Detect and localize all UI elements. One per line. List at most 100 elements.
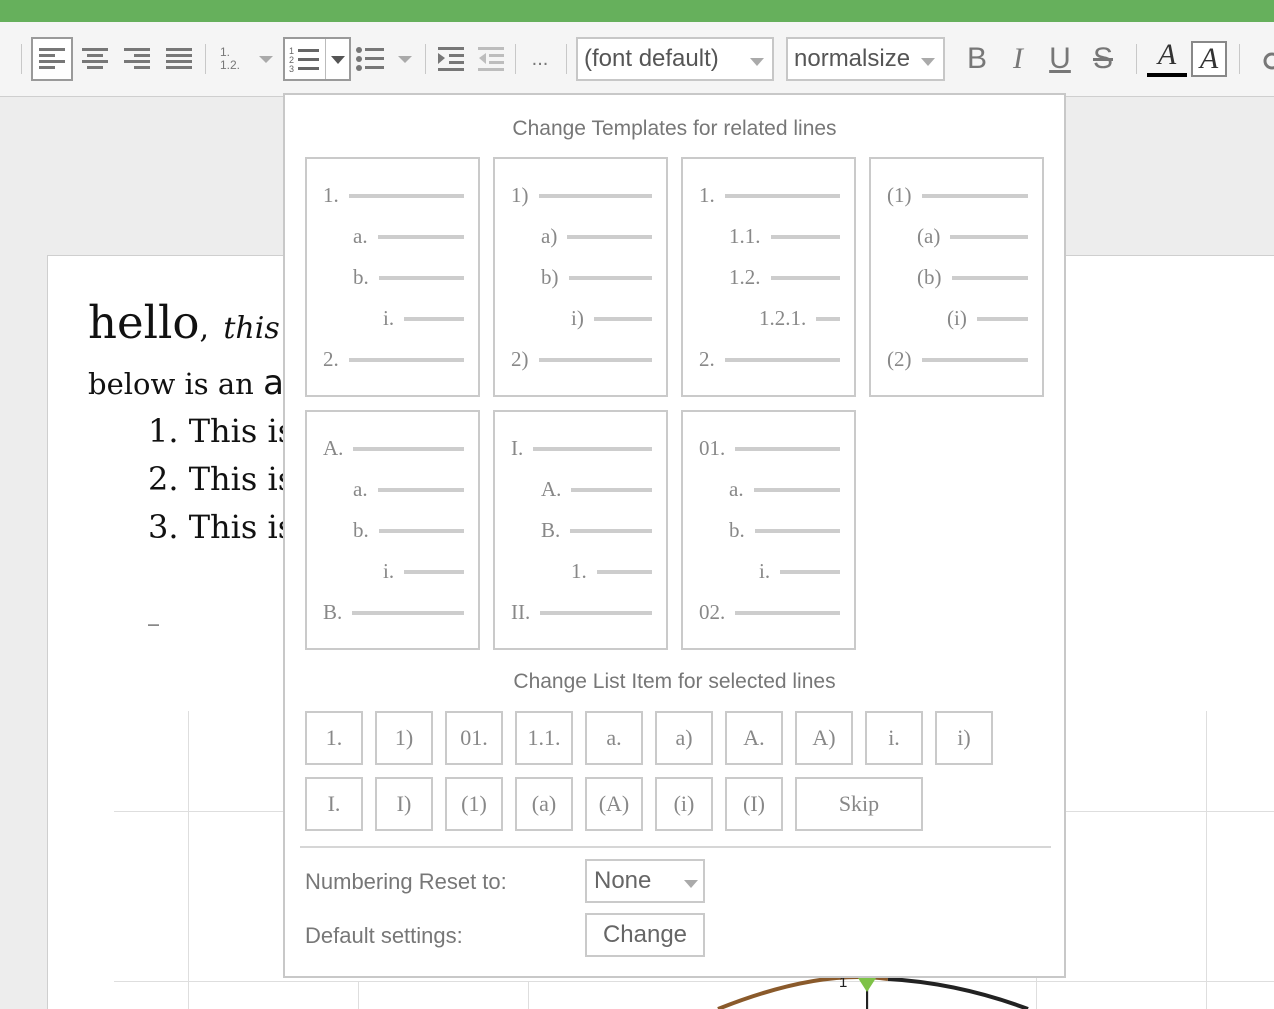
template-option[interactable]: A. a. b. i. B. — [305, 410, 480, 650]
list-item-option[interactable]: I. — [305, 777, 363, 831]
graph-gridline — [1206, 711, 1207, 1009]
template-line-label: b. — [729, 518, 745, 542]
template-line: (1) — [887, 183, 1028, 208]
template-line-label: 1) — [511, 183, 529, 207]
numbering-reset-select[interactable]: None — [585, 859, 705, 903]
italic-button[interactable]: I — [998, 37, 1038, 81]
template-option[interactable]: 1) a) b) i) 2) — [493, 157, 668, 397]
template-line: 2. — [699, 347, 840, 372]
template-line: i. — [759, 559, 840, 584]
template-line-bar — [596, 569, 652, 574]
template-line: B. — [541, 518, 652, 543]
align-right-icon — [124, 48, 150, 69]
template-line: (2) — [887, 347, 1028, 372]
numbered-list-button[interactable]: 123 — [283, 37, 351, 81]
template-line-bar — [568, 275, 652, 280]
divider — [300, 846, 1051, 848]
more-button[interactable]: ... — [522, 37, 558, 81]
list-item-option[interactable]: (a) — [515, 777, 573, 831]
chevron-down-icon — [259, 56, 273, 63]
link-button[interactable] — [1258, 37, 1274, 81]
template-line: I. — [511, 436, 652, 461]
template-line-label: 1. — [323, 183, 339, 207]
template-line-bar — [724, 357, 840, 362]
template-line-bar — [378, 528, 464, 533]
template-line-label: II. — [511, 600, 531, 624]
list-item-option[interactable]: (A) — [585, 777, 643, 831]
text-color-button[interactable]: A — [1147, 37, 1187, 77]
highlight-color-button[interactable]: A — [1191, 41, 1227, 77]
heading-numbering-dropdown[interactable]: 1. 1.2. — [212, 37, 274, 81]
template-line-label: i. — [383, 559, 395, 583]
align-left-button[interactable] — [31, 37, 73, 81]
template-line-bar — [950, 234, 1028, 239]
align-right-button[interactable] — [116, 37, 158, 81]
align-center-button[interactable] — [74, 37, 116, 81]
template-option[interactable]: 01. a. b. i. 02. — [681, 410, 856, 650]
list-item-option[interactable]: A. — [725, 711, 783, 765]
template-line-bar — [538, 193, 652, 198]
template-line-bar — [348, 357, 464, 362]
template-line-bar — [378, 275, 464, 280]
template-line-bar — [533, 446, 652, 451]
template-line: b) — [541, 265, 652, 290]
list-item-option[interactable]: a. — [585, 711, 643, 765]
template-line-label: 1.2.1. — [759, 306, 807, 330]
default-settings-label: Default settings: — [305, 923, 463, 948]
doc-text: , — [199, 311, 210, 346]
chevron-down-icon — [921, 58, 935, 66]
toolbar-separator — [21, 44, 22, 74]
template-line-label: (1) — [887, 183, 912, 207]
list-item-option[interactable]: a) — [655, 711, 713, 765]
list-item-option[interactable]: (1) — [445, 777, 503, 831]
template-line-label: (a) — [917, 224, 941, 248]
template-option[interactable]: 1. a. b. i. 2. — [305, 157, 480, 397]
chevron-down-icon[interactable] — [331, 56, 345, 64]
font-family-value: (font default) — [584, 45, 719, 72]
template-line-bar — [951, 275, 1028, 280]
template-line-label: b. — [353, 265, 369, 289]
outdent-button[interactable] — [471, 37, 511, 81]
list-item-option[interactable]: i. — [865, 711, 923, 765]
template-line-label: 1. — [699, 183, 715, 207]
bullet-list-dropdown[interactable] — [356, 37, 418, 81]
list-item-option[interactable]: (i) — [655, 777, 713, 831]
template-line-bar — [404, 569, 464, 574]
bullet-list-icon — [356, 47, 384, 71]
underline-button[interactable]: U — [1039, 37, 1081, 81]
template-option[interactable]: (1) (a) (b) (i) (2) — [869, 157, 1044, 397]
bold-button[interactable]: B — [957, 37, 997, 81]
toolbar-separator — [1239, 44, 1240, 74]
strikethrough-button[interactable]: S — [1082, 37, 1124, 81]
template-line-label: B. — [323, 600, 343, 624]
list-item-option[interactable]: A) — [795, 711, 853, 765]
list-item-option[interactable]: 1) — [375, 711, 433, 765]
indent-button[interactable] — [431, 37, 471, 81]
template-line: 1. — [571, 559, 652, 584]
template-line-label: b. — [353, 518, 369, 542]
list-item-option[interactable]: 1. — [305, 711, 363, 765]
list-item-option[interactable]: (I) — [725, 777, 783, 831]
template-line-label: i) — [571, 306, 584, 330]
template-option[interactable]: 1. 1.1. 1.2. 1.2.1. 2. — [681, 157, 856, 397]
template-line-bar — [921, 357, 1028, 362]
list-item-option[interactable]: 1.1. — [515, 711, 573, 765]
font-size-select[interactable]: normalsize — [786, 37, 945, 81]
template-line-bar — [404, 316, 464, 321]
list-item-option[interactable]: I) — [375, 777, 433, 831]
template-line-bar — [735, 610, 840, 615]
list-item-option[interactable]: 01. — [445, 711, 503, 765]
list-item-option[interactable]: i) — [935, 711, 993, 765]
change-button[interactable]: Change — [585, 913, 705, 957]
align-justify-button[interactable] — [158, 37, 200, 81]
template-line: 01. — [699, 436, 840, 461]
template-option[interactable]: I. A. B. 1. II. — [493, 410, 668, 650]
template-line-bar — [770, 275, 840, 280]
skip-button[interactable]: Skip — [795, 777, 923, 831]
template-line: A. — [541, 477, 652, 502]
template-line: i. — [383, 306, 464, 331]
font-family-select[interactable]: (font default) — [576, 37, 774, 81]
template-line: 2) — [511, 347, 652, 372]
graph-gridline — [188, 711, 189, 1009]
chevron-down-icon — [750, 58, 764, 66]
